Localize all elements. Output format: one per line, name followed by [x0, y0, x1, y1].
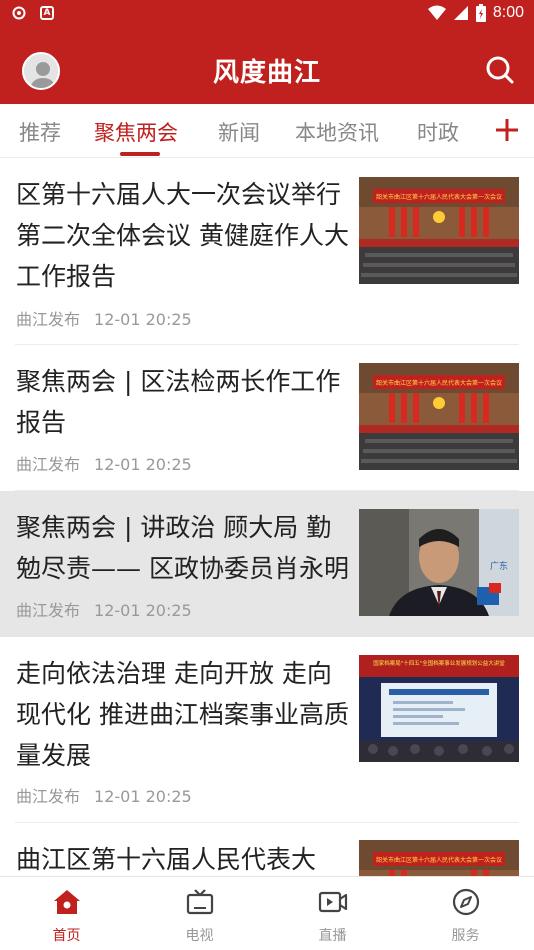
nav-label: 服务: [451, 928, 480, 944]
news-thumbnail: 国家档案局"十四五"全国档案事业发展规划公益大讲堂: [359, 655, 519, 762]
news-thumbnail: 韶关市曲江区第十六届人民代表大会第一次会议: [359, 840, 519, 876]
news-source: 曲江发布: [16, 787, 81, 806]
a-icon: A: [40, 6, 54, 20]
compass-icon: [452, 888, 479, 916]
status-right-icons: 8:00: [427, 4, 524, 22]
status-bar: A 8:00: [0, 0, 534, 30]
add-channel-icon[interactable]: [494, 117, 520, 143]
nav-tv[interactable]: 电视: [133, 877, 266, 950]
news-source: 曲江发布: [16, 601, 81, 620]
news-time: 12-01 20:25: [94, 601, 192, 620]
wifi-icon: [427, 5, 446, 20]
tab-recommend[interactable]: 推荐: [19, 117, 61, 147]
news-title: 区第十六届人大一次会议举行第二次全体会议 黄健庭作人大工作报告: [16, 180, 349, 291]
thumb-caption: 广东: [490, 560, 508, 572]
battery-icon: [475, 4, 486, 22]
news-source: 曲江发布: [16, 455, 81, 474]
nav-label: 电视: [185, 928, 214, 944]
news-meta: 曲江发布 12-01 20:25: [16, 451, 192, 475]
nav-home[interactable]: 首页: [0, 877, 133, 950]
news-meta: 曲江发布 12-01 20:25: [16, 783, 192, 807]
news-item[interactable]: 聚焦两会 | 讲政治 顾大局 勤勉尽责—— 区政协委员肖永明 曲江发布 12-01…: [0, 491, 534, 637]
news-thumbnail: 韶关市曲江区第十六届人民代表大会第一次会议: [359, 363, 519, 470]
news-feed[interactable]: 区第十六届人大一次会议举行第二次全体会议 黄健庭作人大工作报告 曲江发布 12-0…: [0, 158, 534, 876]
news-meta: 曲江发布 12-01 20:25: [16, 306, 192, 330]
home-icon: [53, 890, 80, 914]
status-time: 8:00: [492, 4, 524, 21]
nav-label: 首页: [52, 928, 81, 944]
thumb-caption: 韶关市曲江区第十六届人民代表大会第一次会议: [376, 193, 502, 201]
nav-live[interactable]: 直播: [266, 877, 399, 950]
conference-hall-image: 韶关市曲江区第十六届人民代表大会第一次会议: [359, 177, 519, 284]
app-title: 风度曲江: [212, 58, 321, 88]
tab-focus-two-sessions[interactable]: 聚焦两会: [94, 117, 178, 147]
tab-news[interactable]: 新闻: [218, 117, 260, 147]
channel-tabs: 推荐 聚焦两会 新闻 本地资讯 时政: [0, 104, 534, 158]
app-header: 风度曲江: [0, 30, 534, 104]
thumb-caption: 国家档案局"十四五"全国档案事业发展规划公益大讲堂: [373, 659, 505, 667]
news-title: 走向依法治理 走向开放 走向现代化 推进曲江档案事业高质量发展: [16, 659, 349, 770]
lecture-hall-image: 国家档案局"十四五"全国档案事业发展规划公益大讲堂: [359, 655, 519, 762]
news-thumbnail: 韶关市曲江区第十六届人民代表大会第一次会议: [359, 177, 519, 284]
nav-label: 直播: [318, 928, 347, 944]
news-item[interactable]: 走向依法治理 走向开放 走向现代化 推进曲江档案事业高质量发展 曲江发布 12-0…: [0, 637, 534, 823]
live-icon: [318, 891, 347, 913]
thumb-caption: 韶关市曲江区第十六届人民代表大会第一次会议: [376, 856, 502, 864]
news-item[interactable]: 区第十六届人大一次会议举行第二次全体会议 黄健庭作人大工作报告 曲江发布 12-0…: [0, 158, 534, 345]
news-thumbnail: 广东: [359, 509, 519, 616]
interview-image: 广东: [359, 509, 519, 616]
news-title: 聚焦两会 | 区法检两长作工作报告: [16, 367, 341, 437]
news-source: 曲江发布: [16, 310, 81, 329]
conference-hall-image: 韶关市曲江区第十六届人民代表大会第一次会议: [359, 840, 519, 876]
tv-icon: [186, 889, 213, 915]
news-title: 聚焦两会 | 讲政治 顾大局 勤勉尽责—— 区政协委员肖永明: [16, 513, 349, 583]
news-title: 曲江区第十六届人民代表大: [16, 845, 317, 874]
news-meta: 曲江发布 12-01 20:25: [16, 597, 192, 621]
thumb-caption: 韶关市曲江区第十六届人民代表大会第一次会议: [376, 379, 502, 387]
conference-hall-image: 韶关市曲江区第十六届人民代表大会第一次会议: [359, 363, 519, 470]
active-tab-indicator: [120, 152, 160, 156]
news-time: 12-01 20:25: [94, 787, 192, 806]
bottom-nav: 首页 电视 直播 服务: [0, 876, 534, 950]
news-time: 12-01 20:25: [94, 310, 192, 329]
search-icon[interactable]: [484, 54, 516, 86]
notification-icon: [12, 6, 26, 20]
signal-icon: [453, 6, 468, 20]
tab-politics[interactable]: 时政: [417, 117, 459, 147]
status-left-icons: A: [12, 6, 54, 20]
news-item[interactable]: 曲江区第十六届人民代表大 韶关市曲江区第十六届人民代表大会第一次会议: [0, 823, 534, 876]
news-item[interactable]: 聚焦两会 | 区法检两长作工作报告 曲江发布 12-01 20:25 韶关市曲江区…: [0, 345, 534, 491]
nav-service[interactable]: 服务: [399, 877, 532, 950]
news-time: 12-01 20:25: [94, 455, 192, 474]
tab-local-info[interactable]: 本地资讯: [295, 117, 379, 147]
